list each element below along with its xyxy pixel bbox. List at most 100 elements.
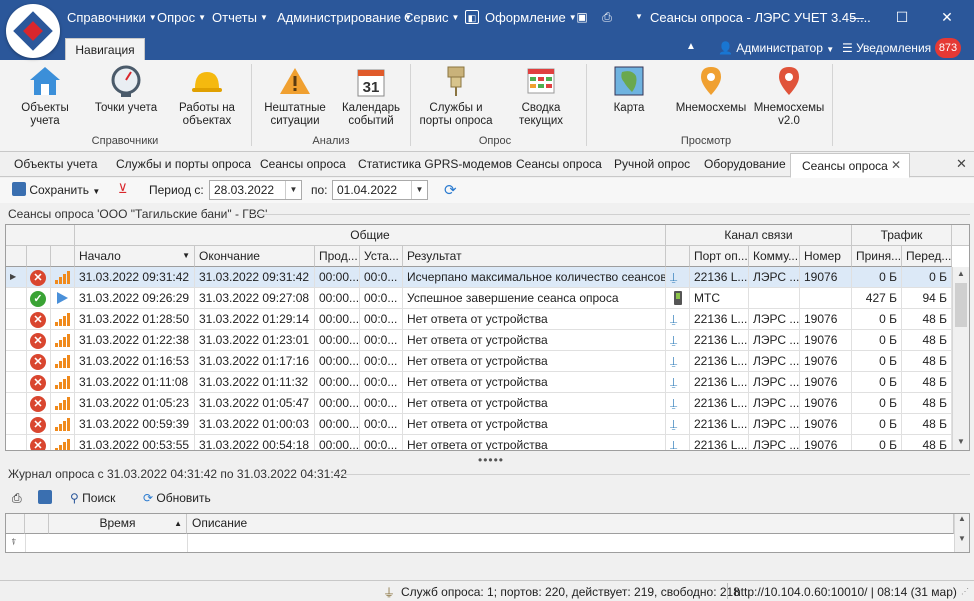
ribbon-separator: [832, 64, 833, 146]
map-button[interactable]: Карта: [599, 64, 659, 115]
table-row[interactable]: ✕ ⍊ 31.03.2022 01:16:53 31.03.2022 01:17:16…: [6, 351, 952, 372]
menu-admin[interactable]: Администрирование ▼: [277, 10, 412, 25]
header-end[interactable]: Окончание: [195, 246, 315, 267]
refresh-button[interactable]: ⟳ Обновить: [143, 491, 211, 505]
refresh-icon[interactable]: ⟳: [444, 181, 457, 199]
points-button[interactable]: Точки учета: [90, 64, 162, 115]
notifications-label: Уведомления: [856, 41, 932, 55]
header-established[interactable]: Уста...: [360, 246, 403, 267]
tab-manual-poll[interactable]: Ручной опрос: [614, 157, 690, 171]
printer-icon[interactable]: ⎙: [600, 10, 614, 24]
tab-sessions-1[interactable]: Сеансы опроса: [260, 157, 346, 171]
tab-services[interactable]: Службы и порты опроса: [116, 157, 251, 171]
cell-dur: 00:00...: [315, 414, 360, 435]
cell-dur: 00:00...: [315, 372, 360, 393]
table-row[interactable]: ▶ ✕ ⍊ 31.03.2022 09:31:42 31.03.2022 09:31:4…: [6, 267, 952, 288]
cell-end: 31.03.2022 01:00:03: [195, 414, 315, 435]
services-button[interactable]: Службы и порты опроса: [416, 64, 496, 128]
close-button[interactable]: ✕: [932, 6, 962, 28]
tab-objects[interactable]: Объекты учета: [14, 157, 97, 171]
table-row[interactable]: ✕ ⍊ 31.03.2022 00:59:39 31.03.2022 01:00:03…: [6, 414, 952, 435]
period-from-input[interactable]: 28.03.2022 ▼: [209, 180, 302, 200]
scroll-down-icon[interactable]: ▼: [953, 435, 969, 449]
cell-result: Нет ответа от устройства: [403, 351, 666, 372]
quick-access-dropdown-icon[interactable]: ▼: [632, 10, 646, 24]
header-type[interactable]: [51, 246, 75, 267]
scroll-down-icon[interactable]: ▼: [955, 534, 969, 543]
vertical-scrollbar[interactable]: ▲ ▼: [952, 267, 969, 450]
minimize-button[interactable]: —: [842, 6, 872, 28]
menu-reports[interactable]: Отчеты ▼: [212, 10, 268, 25]
table-row[interactable]: ✕ ⍊ 31.03.2022 01:22:38 31.03.2022 01:23:01…: [6, 330, 952, 351]
header-start[interactable]: Начало ▼: [75, 246, 195, 267]
cell-tx: 48 Б: [902, 330, 952, 351]
export-icon[interactable]: [38, 490, 52, 507]
row-type-cell: [51, 309, 75, 330]
close-tab-icon[interactable]: ✕: [891, 158, 901, 172]
journal-header-time[interactable]: Время ▲: [49, 514, 187, 534]
chevron-down-icon[interactable]: ▼: [285, 181, 301, 199]
header-status[interactable]: [27, 246, 51, 267]
summary-button[interactable]: Сводка текущих: [508, 64, 574, 128]
chevron-down-icon[interactable]: ▼: [411, 181, 427, 199]
printer-icon[interactable]: ⎙: [12, 491, 22, 506]
table-row[interactable]: ✕ ⍊ 31.03.2022 01:05:23 31.03.2022 01:05:47…: [6, 393, 952, 414]
table-row[interactable]: ✕ ⍊ 31.03.2022 01:28:50 31.03.2022 01:29:14…: [6, 309, 952, 330]
mnemo2-button[interactable]: Мнемосхемы v2.0: [752, 64, 826, 128]
header-channel-icon[interactable]: [666, 246, 690, 267]
table-row[interactable]: ✕ ⍊ 31.03.2022 00:53:55 31.03.2022 00:54:18…: [6, 435, 952, 450]
menu-poll-label: Опрос: [157, 10, 196, 25]
collapse-ribbon-icon[interactable]: ▲: [686, 41, 696, 52]
close-all-tabs-icon[interactable]: ✕: [956, 156, 967, 172]
objects-button[interactable]: Объекты учета: [12, 64, 78, 128]
menu-poll[interactable]: Опрос ▼: [157, 10, 206, 25]
table-row[interactable]: ✕ ⍊ 31.03.2022 01:11:08 31.03.2022 01:11:32…: [6, 372, 952, 393]
filter-row-icon[interactable]: ⍒: [11, 537, 16, 548]
cell-num: 19076: [800, 351, 852, 372]
cell-est: 00:0...: [360, 309, 403, 330]
period-to-input[interactable]: 01.04.2022 ▼: [332, 180, 428, 200]
maximize-button[interactable]: ☐: [887, 6, 917, 28]
header-comm[interactable]: Комму...: [749, 246, 800, 267]
tab-sessions-2[interactable]: Сеансы опроса: [516, 157, 602, 171]
splitter-handle[interactable]: •••••: [478, 453, 504, 467]
scrollbar-thumb[interactable]: [955, 283, 967, 327]
table-row[interactable]: ✓ 31.03.2022 09:26:29 31.03.2022 09:27:08 0…: [6, 288, 952, 309]
header-received[interactable]: Приня...: [852, 246, 902, 267]
header-sent[interactable]: Перед...: [902, 246, 952, 267]
header-number[interactable]: Номер: [800, 246, 852, 267]
calendar-button[interactable]: 31 Календарь событий: [337, 64, 405, 128]
resize-grip-icon[interactable]: ⋰: [961, 587, 969, 596]
tab-sessions-active[interactable]: Сеансы опроса ✕: [790, 153, 910, 178]
clear-filter-icon[interactable]: ⊻: [118, 181, 128, 197]
header-port[interactable]: Порт оп...: [690, 246, 749, 267]
tab-navigation[interactable]: Навигация: [65, 38, 145, 60]
tab-equipment[interactable]: Оборудование: [704, 157, 786, 171]
map-pin-icon: [772, 64, 806, 98]
tab-gprs-stats[interactable]: Статистика GPRS-модемов: [358, 157, 512, 171]
works-button[interactable]: Работы на объектах: [173, 64, 241, 128]
app-logo[interactable]: [6, 4, 60, 58]
search-button[interactable]: ⚲ Поиск: [70, 491, 115, 505]
antenna-icon: ⍊: [670, 270, 678, 284]
emergencies-button[interactable]: Нештатные ситуации: [259, 64, 331, 128]
signal-bars-icon: [55, 354, 71, 368]
header-result[interactable]: Результат: [403, 246, 666, 267]
notifications-button[interactable]: ☰ Уведомления: [842, 41, 931, 55]
user-menu[interactable]: 👤 Администратор ▼: [718, 41, 834, 55]
chevron-down-icon: ▼: [198, 13, 207, 22]
journal-header-icon[interactable]: [25, 514, 49, 534]
journal-header-desc[interactable]: Описание: [187, 514, 954, 534]
journal-scrollbar[interactable]: ▲ ▼: [954, 514, 969, 552]
menu-appearance[interactable]: Оформление ▼: [485, 10, 577, 25]
save-print-icon[interactable]: ▣: [575, 10, 589, 24]
mnemo-button[interactable]: Мнемосхемы: [673, 64, 749, 115]
header-duration[interactable]: Прод...: [315, 246, 360, 267]
scroll-up-icon[interactable]: ▲: [955, 514, 969, 523]
save-button[interactable]: Сохранить ▼: [12, 182, 100, 197]
menu-service[interactable]: Сервис ▼: [404, 10, 459, 25]
cell-rx: 0 Б: [852, 267, 902, 288]
cell-rx: 0 Б: [852, 330, 902, 351]
scroll-up-icon[interactable]: ▲: [953, 267, 969, 281]
menu-handbooks[interactable]: Справочники ▼: [67, 10, 157, 25]
